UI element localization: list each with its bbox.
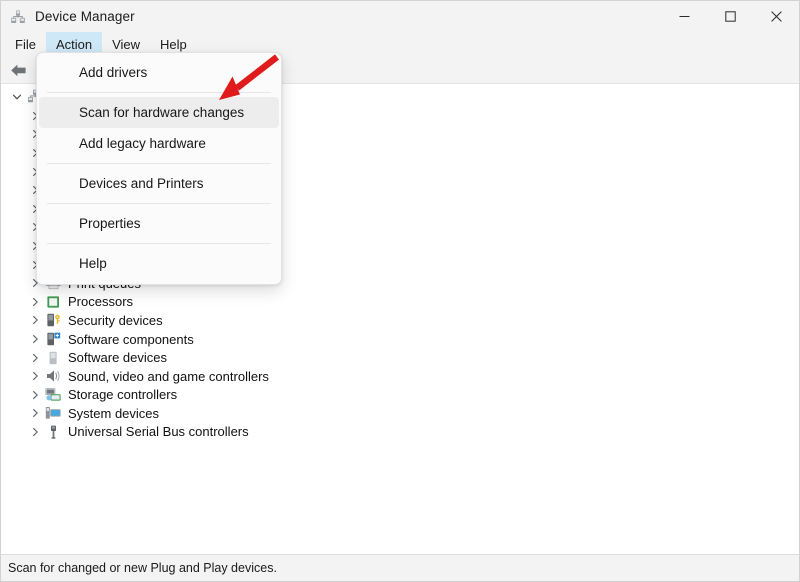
usb-icon bbox=[45, 424, 62, 440]
tree-row-storage-controllers[interactable]: Storage controllers bbox=[1, 386, 799, 405]
tree-item-label: Universal Serial Bus controllers bbox=[68, 424, 249, 440]
chevron-right-icon[interactable] bbox=[27, 387, 43, 403]
menu-item-scan-for-hardware-changes[interactable]: Scan for hardware changes bbox=[39, 97, 279, 128]
menu-item-help[interactable]: Help bbox=[39, 248, 279, 279]
menu-item-add-legacy-hardware[interactable]: Add legacy hardware bbox=[39, 128, 279, 159]
software-device-icon bbox=[45, 350, 62, 366]
menu-item-devices-and-printers[interactable]: Devices and Printers bbox=[39, 168, 279, 199]
menu-separator bbox=[47, 163, 271, 164]
maximize-button[interactable] bbox=[707, 1, 753, 32]
chevron-right-icon[interactable] bbox=[27, 405, 43, 421]
chevron-right-icon[interactable] bbox=[27, 312, 43, 328]
menu-item-add-drivers[interactable]: Add drivers bbox=[39, 57, 279, 88]
window-controls bbox=[661, 1, 799, 32]
tree-row-usb-controllers[interactable]: Universal Serial Bus controllers bbox=[1, 423, 799, 442]
processor-icon bbox=[45, 294, 62, 310]
tree-row-system-devices[interactable]: System devices bbox=[1, 404, 799, 423]
menu-separator bbox=[47, 203, 271, 204]
tree-row-software-components[interactable]: Software components bbox=[1, 330, 799, 349]
chevron-right-icon[interactable] bbox=[27, 350, 43, 366]
tree-row-sound-video-game-controllers[interactable]: Sound, video and game controllers bbox=[1, 367, 799, 386]
tree-row-software-devices[interactable]: Software devices bbox=[1, 348, 799, 367]
tree-item-label: Storage controllers bbox=[68, 387, 178, 403]
close-button[interactable] bbox=[753, 1, 799, 32]
security-device-icon bbox=[45, 312, 62, 328]
status-bar-text: Scan for changed or new Plug and Play de… bbox=[8, 561, 277, 575]
tree-item-label: Sound, video and game controllers bbox=[68, 368, 269, 384]
storage-controller-icon bbox=[45, 387, 62, 403]
tree-row-processors[interactable]: Processors bbox=[1, 293, 799, 312]
menu-separator bbox=[47, 92, 271, 93]
status-bar: Scan for changed or new Plug and Play de… bbox=[1, 554, 799, 581]
sound-icon bbox=[45, 368, 62, 384]
back-button[interactable] bbox=[5, 59, 31, 81]
software-component-icon bbox=[45, 331, 62, 347]
menu-item-properties[interactable]: Properties bbox=[39, 208, 279, 239]
chevron-right-icon[interactable] bbox=[27, 331, 43, 347]
action-menu: Add drivers Scan for hardware changes Ad… bbox=[36, 52, 282, 285]
chevron-down-icon[interactable] bbox=[9, 89, 25, 105]
back-arrow-icon bbox=[10, 64, 26, 76]
system-device-icon bbox=[45, 405, 62, 421]
chevron-right-icon[interactable] bbox=[27, 294, 43, 310]
chevron-right-icon[interactable] bbox=[27, 424, 43, 440]
device-manager-icon bbox=[10, 9, 26, 25]
tree-item-label: Software devices bbox=[68, 350, 167, 366]
chevron-right-icon[interactable] bbox=[27, 368, 43, 384]
tree-item-label: System devices bbox=[68, 405, 160, 421]
tree-item-label: Software components bbox=[68, 331, 194, 347]
tree-item-label: Processors bbox=[68, 294, 134, 310]
menu-separator bbox=[47, 243, 271, 244]
title-bar: Device Manager bbox=[1, 1, 799, 32]
tree-row-security-devices[interactable]: Security devices bbox=[1, 311, 799, 330]
minimize-button[interactable] bbox=[661, 1, 707, 32]
window-title: Device Manager bbox=[35, 9, 135, 24]
tree-item-label: Security devices bbox=[68, 312, 163, 328]
